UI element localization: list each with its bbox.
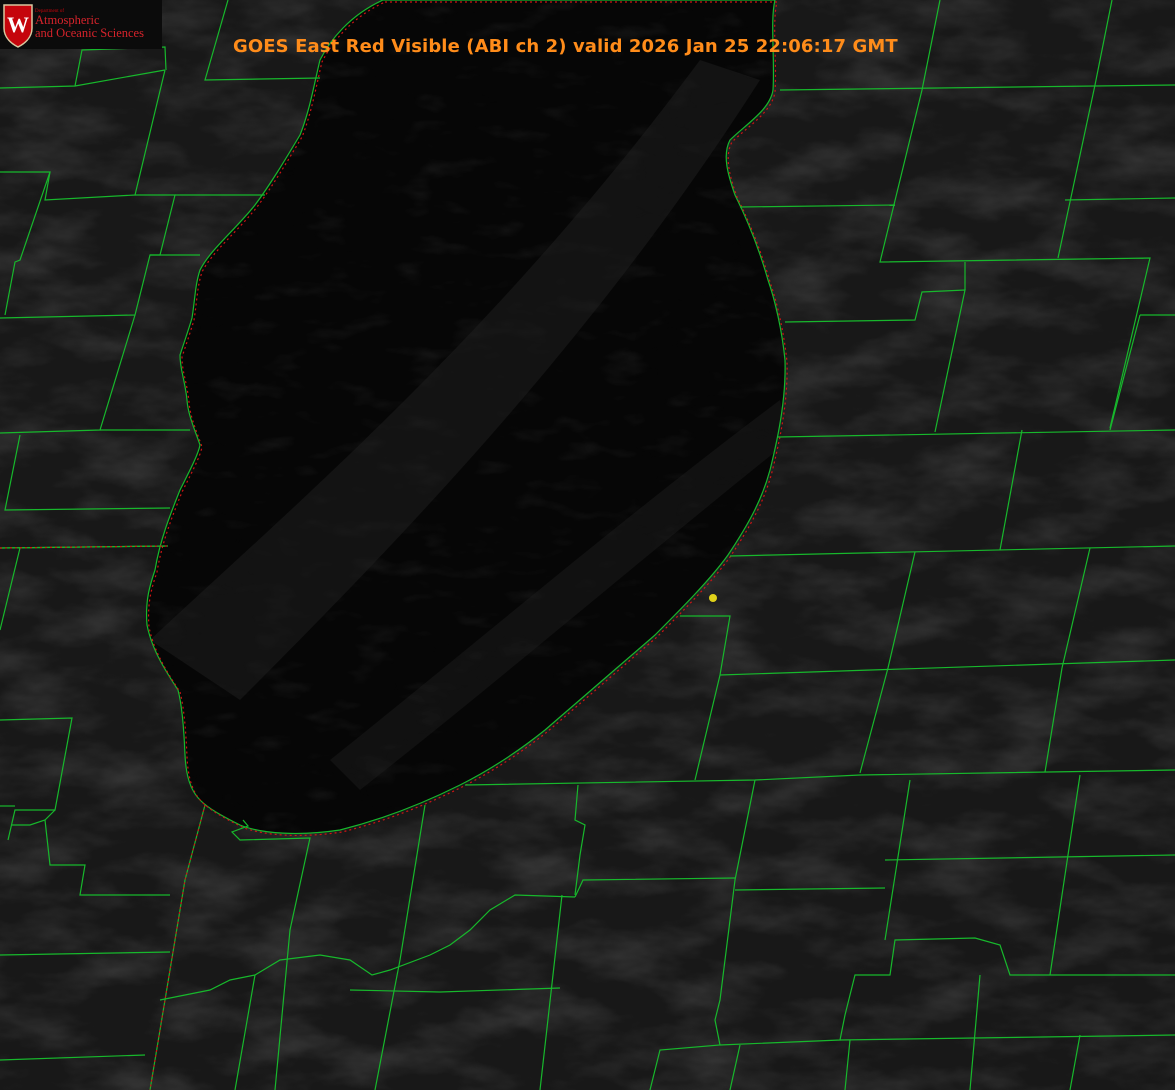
station-marker[interactable] (709, 594, 717, 602)
satellite-map (0, 0, 1175, 1090)
image-title: GOES East Red Visible (ABI ch 2) valid 2… (233, 36, 898, 57)
uw-crest-icon: W (3, 4, 33, 48)
satellite-image-viewer: W Department of Atmospheric and Oceanic … (0, 0, 1175, 1090)
logo-oceanic-sciences: and Oceanic Sciences (35, 26, 144, 40)
aos-logo: W Department of Atmospheric and Oceanic … (0, 0, 162, 49)
seal-letter: W (7, 12, 29, 37)
